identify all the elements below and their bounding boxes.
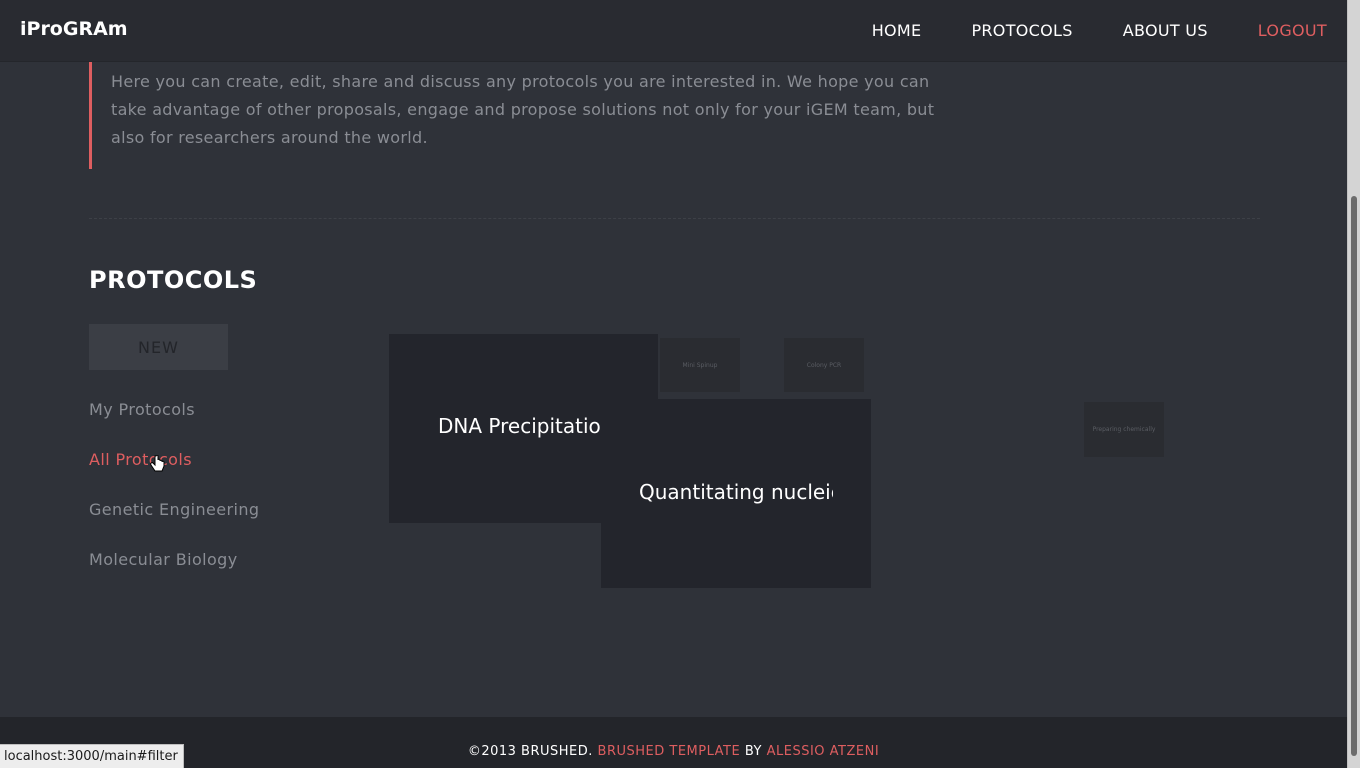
protocol-tile-title: Quantitating nucleic acids [639, 480, 833, 504]
new-protocol-button[interactable]: NEW [89, 324, 228, 370]
scrollbar-thumb[interactable] [1351, 196, 1357, 756]
protocol-tile-title: DNA Precipitation [438, 414, 601, 438]
main-nav: HOME PROTOCOLS ABOUT US LOGOUT [822, 21, 1327, 40]
protocol-tile-colony-pcr[interactable]: Colony PCR [784, 338, 864, 392]
nav-about-link[interactable]: ABOUT US [1123, 21, 1208, 40]
protocol-tile-preparing-chemically[interactable]: Preparing chemically [1084, 402, 1164, 457]
nav-protocols-link[interactable]: PROTOCOLS [971, 21, 1072, 40]
protocol-tile-title: Colony PCR [806, 361, 842, 369]
brand-logo[interactable]: iProGRAm [20, 18, 128, 40]
filter-my-protocols[interactable]: My Protocols [89, 400, 259, 450]
top-navbar: iProGRAm HOME PROTOCOLS ABOUT US LOGOUT [0, 0, 1347, 62]
footer-template-link[interactable]: BRUSHED TEMPLATE [598, 744, 741, 759]
status-bar-url: localhost:3000/main#filter [0, 744, 184, 768]
footer-by: BY [744, 744, 762, 759]
protocols-heading: PROTOCOLS [89, 266, 258, 294]
nav-logout-link[interactable]: LOGOUT [1258, 21, 1327, 40]
protocol-tile-mini-spinup[interactable]: Mini Spinup [660, 338, 740, 392]
hand-cursor-icon [150, 455, 165, 472]
footer-author-link[interactable]: ALESSIO ATZENI [767, 744, 880, 759]
page-footer: ©2013 BRUSHED. BRUSHED TEMPLATE BY ALESS… [0, 717, 1347, 768]
filter-molecular-biology[interactable]: Molecular Biology [89, 550, 259, 600]
filter-all-protocols[interactable]: All Protocols [89, 450, 259, 500]
protocol-tile-quantitating-nucleic[interactable]: Quantitating nucleic acids [601, 399, 871, 588]
intro-quote: Here you can create, edit, share and dis… [89, 62, 969, 169]
footer-copyright: ©2013 BRUSHED. [467, 744, 593, 759]
page-scrollbar[interactable] [1347, 0, 1360, 768]
filter-genetic-engineering[interactable]: Genetic Engineering [89, 500, 259, 550]
footer-credits: ©2013 BRUSHED. BRUSHED TEMPLATE BY ALESS… [0, 744, 1347, 759]
protocol-tile-title: Preparing chemically [1092, 426, 1156, 433]
nav-home-link[interactable]: HOME [872, 21, 922, 40]
protocol-tile-title: Mini Spinup [682, 361, 718, 369]
section-divider [89, 218, 1260, 219]
protocol-filter-list: My Protocols All Protocols Genetic Engin… [89, 400, 259, 600]
